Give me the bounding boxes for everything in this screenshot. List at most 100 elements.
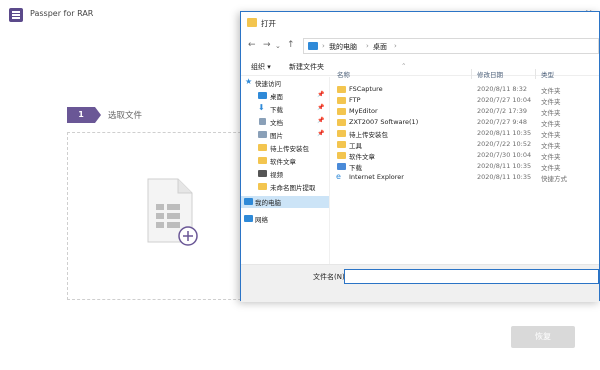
- video-icon: [258, 170, 267, 177]
- file-type: 文件夹: [541, 164, 561, 172]
- nav-item-pictures[interactable]: 图片 📌: [241, 129, 329, 141]
- file-name: 工具: [349, 142, 362, 150]
- network-icon: [244, 215, 253, 222]
- nav-item-unnamed-extract[interactable]: 未命名图片提取: [241, 181, 329, 193]
- file-date: 2020/7/22 10:52: [477, 140, 532, 148]
- document-icon: [259, 118, 266, 125]
- nav-label: 视频: [270, 171, 283, 179]
- forward-icon[interactable]: →: [263, 40, 271, 50]
- nav-label: 网络: [255, 216, 268, 224]
- computer-icon: [244, 198, 253, 205]
- file-type: 文件夹: [541, 109, 561, 117]
- folder-icon: [337, 141, 346, 148]
- nav-item-pending-packages[interactable]: 待上传安装包: [241, 142, 329, 154]
- column-divider[interactable]: [535, 69, 536, 79]
- nav-label: 下载: [270, 106, 283, 114]
- file-name: ZXT2007 Software(1): [349, 118, 419, 126]
- nav-item-network[interactable]: 网络: [241, 213, 329, 225]
- filename-input[interactable]: [344, 269, 599, 284]
- file-row[interactable]: 下载 2020/8/11 10:35 文件夹: [333, 161, 583, 172]
- up-icon[interactable]: ↑: [287, 40, 295, 50]
- folder-icon: [337, 97, 346, 104]
- nav-item-quick-access[interactable]: ★ 快速访问: [241, 77, 329, 89]
- file-type: 快捷方式: [541, 175, 567, 183]
- folder-icon: [337, 152, 346, 159]
- nav-item-documents[interactable]: 文档 📌: [241, 116, 329, 128]
- file-row[interactable]: e Internet Explorer 2020/8/11 10:35 快捷方式: [333, 172, 583, 183]
- file-date: 2020/7/2 17:39: [477, 107, 527, 115]
- folder-icon: [337, 130, 346, 137]
- file-name: FSCapture: [349, 85, 383, 93]
- internet-explorer-icon: e: [336, 172, 341, 181]
- file-name: FTP: [349, 96, 361, 104]
- nav-label: 未命名图片提取: [270, 184, 316, 192]
- nav-label: 文档: [270, 119, 283, 127]
- file-type: 文件夹: [541, 142, 561, 150]
- nav-label: 桌面: [270, 93, 283, 101]
- folder-icon: [337, 86, 346, 93]
- folder-icon: [258, 144, 267, 151]
- recover-button[interactable]: 恢复: [511, 326, 575, 348]
- folder-icon: [258, 183, 267, 190]
- nav-label: 我的电脑: [255, 199, 281, 207]
- file-name: MyEditor: [349, 107, 378, 115]
- file-row[interactable]: 待上传安装包 2020/8/11 10:35 文件夹: [333, 128, 583, 139]
- app-title: Passper for RAR: [30, 9, 94, 18]
- breadcrumb-desktop[interactable]: 桌面: [373, 42, 387, 52]
- pin-icon: 📌: [317, 91, 325, 98]
- folder-icon: [337, 108, 346, 115]
- file-row[interactable]: ZXT2007 Software(1) 2020/7/27 9:48 文件夹: [333, 117, 583, 128]
- file-type: 文件夹: [541, 87, 561, 95]
- back-icon[interactable]: ←: [248, 40, 256, 50]
- nav-item-downloads[interactable]: ⬇ 下载 📌: [241, 103, 329, 115]
- filename-label: 文件名(N):: [313, 273, 348, 281]
- dialog-title: 打开: [261, 19, 276, 28]
- new-folder-button[interactable]: 新建文件夹: [289, 62, 324, 72]
- dialog-titlebar: 打开: [241, 12, 599, 34]
- nav-label: 图片: [270, 132, 283, 140]
- file-row[interactable]: 工具 2020/7/22 10:52 文件夹: [333, 139, 583, 150]
- nav-item-my-computer[interactable]: 我的电脑: [241, 196, 329, 208]
- file-date: 2020/7/27 10:04: [477, 96, 532, 104]
- folder-icon: [258, 157, 267, 164]
- nav-item-desktop[interactable]: 桌面 📌: [241, 90, 329, 102]
- file-type: 文件夹: [541, 120, 561, 128]
- star-icon: ★: [245, 77, 253, 86]
- organize-menu[interactable]: 组织 ▾: [251, 62, 271, 72]
- download-folder-icon: [337, 163, 346, 170]
- file-date: 2020/7/27 9:48: [477, 118, 527, 126]
- step-number: 1: [67, 107, 95, 123]
- pane-splitter[interactable]: [329, 77, 330, 267]
- file-date: 2020/8/11 8:32: [477, 85, 527, 93]
- nav-item-software-articles[interactable]: 软件文章: [241, 155, 329, 167]
- file-name: 下载: [349, 164, 362, 172]
- column-header-date[interactable]: 修改日期: [477, 69, 503, 79]
- file-date: 2020/8/11 10:35: [477, 173, 532, 181]
- filename-bar: 文件名(N):: [241, 264, 599, 302]
- file-date: 2020/8/11 10:35: [477, 129, 532, 137]
- nav-label: 软件文章: [270, 158, 296, 166]
- file-type: 文件夹: [541, 153, 561, 161]
- address-row: ← → ⌄ ↑ › 我的电脑 › 桌面 ›: [241, 34, 599, 58]
- file-name: 待上传安装包: [349, 131, 388, 139]
- add-file-icon[interactable]: [146, 178, 198, 246]
- step-label: 选取文件: [108, 111, 143, 121]
- file-row[interactable]: FTP 2020/7/27 10:04 文件夹: [333, 95, 583, 106]
- column-header-type[interactable]: 类型: [541, 69, 554, 79]
- recent-dropdown-icon[interactable]: ⌄: [275, 42, 281, 50]
- app-logo-icon: [9, 8, 23, 22]
- file-row[interactable]: MyEditor 2020/7/2 17:39 文件夹: [333, 106, 583, 117]
- nav-item-videos[interactable]: 视频: [241, 168, 329, 180]
- column-header-name[interactable]: 名称: [337, 69, 350, 79]
- navigation-pane: ★ 快速访问 桌面 📌 ⬇ 下载 📌 文档 📌 图片 📌 待上传安装包 软件文章…: [241, 77, 329, 267]
- file-row[interactable]: FSCapture 2020/8/11 8:32 文件夹: [333, 84, 583, 95]
- file-row[interactable]: 软件文章 2020/7/30 10:04 文件夹: [333, 150, 583, 161]
- breadcrumb-computer[interactable]: 我的电脑: [329, 42, 357, 52]
- nav-label: 待上传安装包: [270, 145, 309, 153]
- address-bar[interactable]: › 我的电脑 › 桌面 ›: [303, 38, 599, 54]
- nav-label: 快速访问: [255, 80, 281, 88]
- column-divider[interactable]: [471, 69, 472, 79]
- file-type: 文件夹: [541, 131, 561, 139]
- computer-icon: [308, 42, 318, 50]
- open-file-dialog: 打开 ← → ⌄ ↑ › 我的电脑 › 桌面 › 组织 ▾ 新建文件夹 ★ 快速…: [240, 11, 600, 302]
